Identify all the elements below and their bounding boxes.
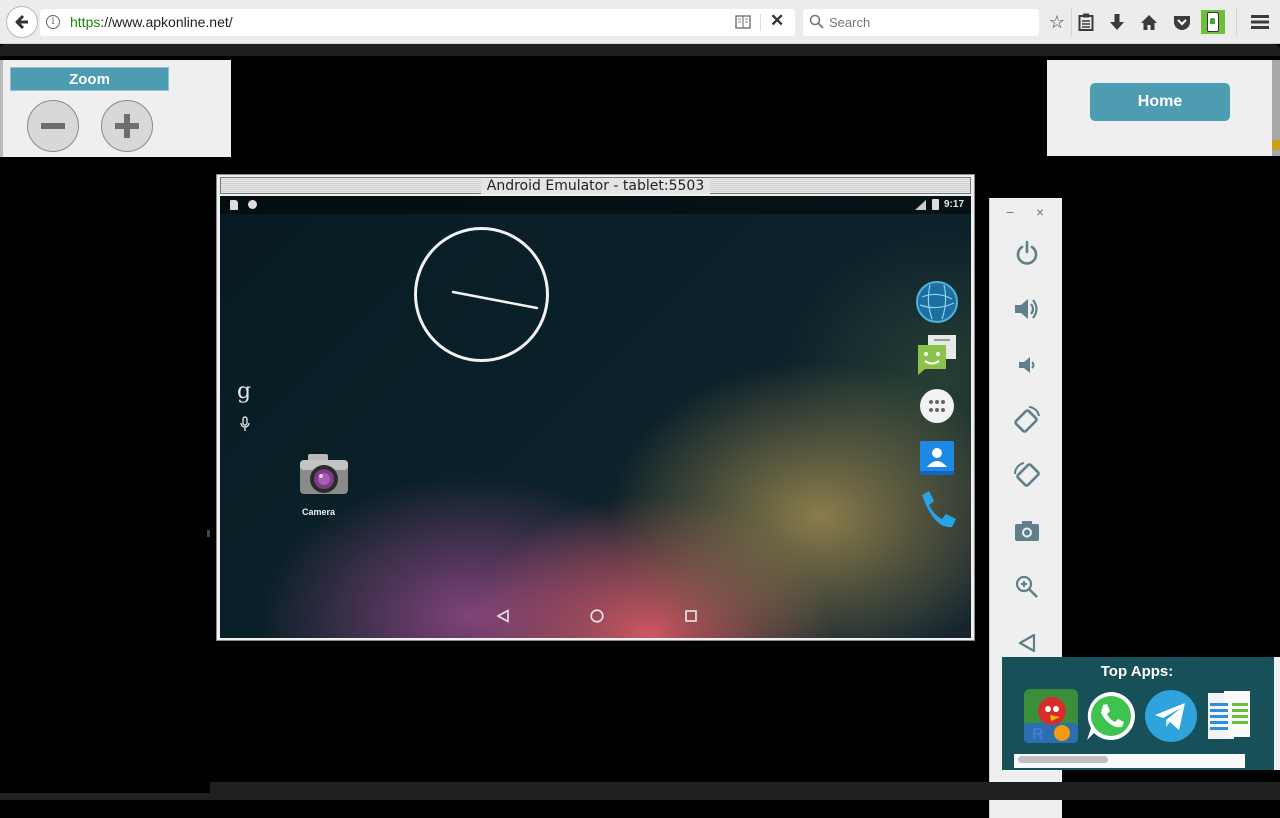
- page-bottom-strip: [0, 793, 210, 800]
- minus-icon: [41, 123, 65, 129]
- reader-view-icon[interactable]: [735, 15, 751, 29]
- battery-icon: [932, 199, 939, 210]
- emulator-title-bar[interactable]: Android Emulator - tablet:5503: [220, 177, 971, 194]
- angry-birds-rio-icon[interactable]: R: [1024, 689, 1078, 743]
- plus-icon: [115, 114, 139, 138]
- scrollbar-marker: [1272, 140, 1280, 150]
- camera-app-icon[interactable]: [298, 452, 350, 498]
- back-button[interactable]: [6, 6, 38, 38]
- app-label-camera[interactable]: Camera: [302, 507, 335, 517]
- home-button[interactable]: Home: [1090, 83, 1230, 121]
- whatsapp-icon[interactable]: [1084, 689, 1138, 743]
- power-button[interactable]: [1012, 238, 1042, 268]
- minimize-button[interactable]: −: [1006, 204, 1014, 220]
- rotate-left-icon: [1014, 406, 1040, 433]
- clock-face: [414, 227, 549, 362]
- pocket-icon[interactable]: [1171, 11, 1193, 33]
- emulator-title: Android Emulator - tablet:5503: [480, 178, 711, 194]
- rotate-right-icon: [1013, 462, 1040, 487]
- top-apps-scrollbar[interactable]: [1014, 754, 1245, 768]
- back-triangle-icon: [1018, 633, 1036, 653]
- clock-hand: [451, 290, 539, 310]
- recents-icon[interactable]: [684, 609, 698, 623]
- url-text[interactable]: https://www.apkonline.net/: [70, 14, 233, 30]
- browser-toolbar: i https://www.apkonline.net/ ✕ Search ☆: [0, 0, 1280, 44]
- camera-icon: [1015, 521, 1039, 541]
- status-time: 9:17: [944, 199, 965, 210]
- reading-list-icon[interactable]: [1075, 11, 1097, 33]
- voice-search-icon[interactable]: [239, 416, 251, 432]
- svg-text:R: R: [1032, 726, 1044, 743]
- back-control-button[interactable]: [1012, 628, 1042, 658]
- app-drawer-icon[interactable]: [916, 385, 958, 427]
- emulator-window: Android Emulator - tablet:5503 9:17 g Ca…: [216, 174, 975, 641]
- home-panel: Home: [1047, 60, 1272, 156]
- telegram-icon[interactable]: [1144, 689, 1198, 743]
- android-nav-bar: [220, 596, 971, 638]
- rotate-right-button[interactable]: [1012, 460, 1042, 490]
- volume-up-button[interactable]: [1012, 294, 1042, 324]
- url-bar[interactable]: i https://www.apkonline.net/ ✕: [40, 9, 795, 36]
- scrollbar-thumb[interactable]: [1018, 756, 1108, 763]
- phone-icon[interactable]: [916, 489, 958, 531]
- zoom-in-icon: [1015, 575, 1038, 598]
- contacts-icon[interactable]: [916, 437, 958, 479]
- zoom-button[interactable]: [1012, 572, 1042, 602]
- top-apps-title: Top Apps:: [1100, 663, 1174, 680]
- top-apps-panel: Top Apps: R: [1002, 657, 1280, 770]
- info-icon[interactable]: i: [46, 15, 60, 29]
- zoom-in-button[interactable]: [101, 100, 153, 152]
- page-top-stripe: [0, 44, 1280, 56]
- android-debug-icon: [248, 200, 257, 209]
- volume-up-icon: [1015, 299, 1038, 319]
- url-separator: [760, 14, 761, 31]
- download-icon[interactable]: [1106, 11, 1128, 33]
- search-bar[interactable]: Search: [803, 9, 1039, 36]
- page-bottom-bar: [210, 782, 1280, 800]
- android-phone-icon: [1207, 12, 1219, 32]
- volume-down-icon: [1019, 357, 1035, 373]
- analog-clock-widget[interactable]: [413, 226, 550, 363]
- screenshot-button[interactable]: [1012, 516, 1042, 546]
- power-icon: [1016, 240, 1038, 265]
- toolbar-divider: [1236, 8, 1237, 36]
- toolbar-divider: [1071, 8, 1072, 36]
- page-edge-marker: [207, 530, 210, 537]
- sd-card-icon: [230, 200, 238, 210]
- clear-icon[interactable]: ✕: [770, 11, 784, 31]
- search-icon: [809, 14, 824, 29]
- menu-icon[interactable]: [1249, 11, 1271, 33]
- url-scheme: https: [70, 14, 101, 30]
- url-host: ://www.apkonline.net/: [100, 14, 233, 30]
- zoom-title: Zoom: [10, 67, 169, 91]
- zoom-panel: Zoom: [0, 60, 231, 157]
- back-arrow-icon: [15, 14, 28, 30]
- rotate-left-button[interactable]: [1012, 404, 1042, 434]
- back-icon[interactable]: [496, 609, 510, 623]
- page-scrollbar[interactable]: [1272, 60, 1280, 156]
- android-screen[interactable]: 9:17 g Camera: [220, 196, 971, 638]
- apkonline-extension-icon[interactable]: [1201, 10, 1225, 34]
- spreadsheet-app-icon[interactable]: [1202, 689, 1256, 743]
- close-button[interactable]: ×: [1036, 204, 1044, 220]
- home-icon[interactable]: [590, 609, 604, 623]
- bookmark-star-icon[interactable]: ☆: [1046, 11, 1068, 33]
- signal-icon: [915, 200, 926, 210]
- search-input[interactable]: Search: [829, 15, 870, 30]
- android-status-bar: 9:17: [220, 196, 971, 214]
- home-icon[interactable]: [1138, 11, 1160, 33]
- volume-down-button[interactable]: [1012, 350, 1042, 380]
- google-search-icon[interactable]: g: [237, 379, 251, 404]
- zoom-out-button[interactable]: [27, 100, 79, 152]
- browser-icon[interactable]: [916, 281, 958, 323]
- messaging-icon[interactable]: [916, 333, 958, 375]
- page-content: Zoom Home Android Emulator - tablet:5503…: [0, 44, 1280, 818]
